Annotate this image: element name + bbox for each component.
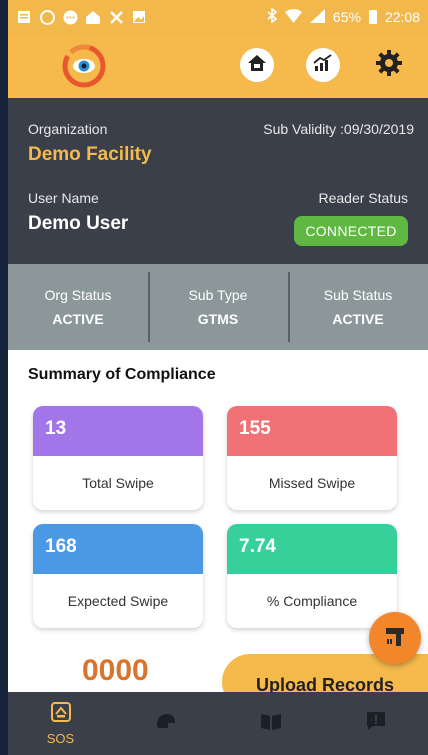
organization-label: Organization [28,121,108,137]
image-icon [131,9,147,25]
organization-panel: Organization Demo Facility Sub Validity … [8,98,428,264]
summary-title: Summary of Compliance [28,366,216,383]
bluetooth-icon [267,7,278,26]
nav-sos[interactable]: SOS [8,692,113,755]
total-swipe-card[interactable]: 13 Total Swipe [33,406,203,510]
wifi-icon [284,8,302,26]
subscription-status-strip: Org Status ACTIVE Sub Type GTMS Sub Stat… [8,264,428,350]
org-status-value: ACTIVE [52,311,104,327]
record-counter: 0000 [82,654,149,687]
settings-icon [375,49,403,82]
nav-helmet[interactable] [113,692,218,755]
org-status-label: Org Status [44,287,112,303]
app-bar [8,34,428,98]
nav-alert[interactable] [323,692,428,755]
sub-status-label: Sub Status [323,287,393,303]
clock: 22:08 [384,9,420,25]
nav-book[interactable] [218,692,323,755]
whatsapp-icon [39,9,55,25]
sub-status-cell: Sub Status ACTIVE [288,264,428,350]
notes-icon [16,9,32,25]
compliance-value: 7.74 [227,524,397,574]
sub-validity: Sub Validity :09/30/2019 [263,121,414,137]
reports-button[interactable] [306,48,340,82]
org-status-cell: Org Status ACTIVE [8,264,148,350]
reader-status-badge: CONNECTED [294,216,408,246]
expected-swipe-label: Expected Swipe [67,593,169,609]
missed-swipe-value: 155 [227,406,397,456]
organization-name: Demo Facility [28,144,152,165]
sub-type-value: GTMS [197,311,239,327]
user-name-label: User Name [28,190,99,206]
battery-icon [368,10,377,24]
app-icon [85,9,101,25]
total-swipe-label: Total Swipe [82,475,154,491]
missed-swipe-card[interactable]: 155 Missed Swipe [227,406,397,510]
sub-status-value: ACTIVE [332,311,384,327]
app-screen: 65% 22:08 Organization Demo Facility Sub… [8,0,428,755]
bottom-navigation: SOS [8,692,428,755]
sub-type-label: Sub Type [188,287,248,303]
eye-logo[interactable] [62,44,106,88]
sub-type-cell: Sub Type GTMS [148,264,288,350]
total-swipe-value: 13 [33,406,203,456]
expected-swipe-card[interactable]: 168 Expected Swipe [33,524,203,628]
book-icon [259,711,283,736]
chat-icon [62,9,78,25]
status-bar: 65% 22:08 [8,0,428,34]
helmet-icon [154,710,178,737]
compliance-card[interactable]: 7.74 % Compliance [227,524,397,628]
home-icon [247,54,267,77]
home-button[interactable] [240,48,274,82]
compliance-label: % Compliance [266,593,358,609]
alert-icon [365,710,387,737]
settings-button[interactable] [372,48,406,82]
nav-sos-label: SOS [46,731,75,746]
battery-level: 65% [332,9,361,25]
signal-icon [309,8,325,26]
tools-icon [108,9,124,25]
reader-status-label: Reader Status [318,190,409,206]
chart-icon [313,53,333,77]
hammer-icon [383,625,407,652]
user-name: Demo User [28,213,129,234]
expected-swipe-value: 168 [33,524,203,574]
missed-swipe-label: Missed Swipe [268,475,356,491]
sos-icon [50,701,72,728]
hammer-fab-button[interactable] [369,612,421,664]
